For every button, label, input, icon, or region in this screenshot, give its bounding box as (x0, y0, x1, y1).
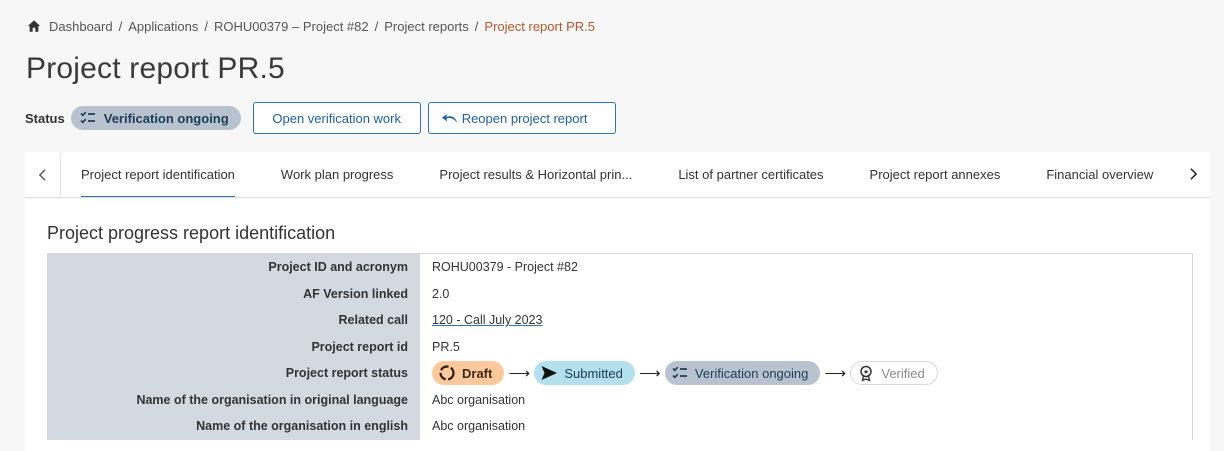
breadcrumb-project[interactable]: ROHU00379 – Project #82 (214, 19, 369, 34)
status-row: Status Verification ongoing Open verific… (25, 102, 616, 134)
table-row: Project ID and acronym ROHU00379 - Proje… (48, 254, 1192, 281)
breadcrumb-separator: / (204, 18, 208, 34)
tab-project-report-identification[interactable]: Project report identification (81, 153, 235, 197)
row-value: ROHU00379 - Project #82 (420, 254, 1192, 281)
status-chip-submitted: Submitted (534, 361, 635, 386)
tab-list: Project report identification Work plan … (61, 153, 1210, 197)
table-row: AF Version linked 2.0 (48, 280, 1192, 307)
row-key: Related call (48, 307, 420, 334)
table-row: Project report id PR.5 (48, 333, 1192, 360)
tab-project-report-annexes[interactable]: Project report annexes (870, 153, 1001, 197)
identification-panel: Project progress report identification P… (25, 199, 1210, 451)
row-key: Project report id (48, 333, 420, 360)
chevron-right-icon[interactable] (1176, 152, 1210, 196)
checklist-icon (671, 364, 689, 382)
status-chip-draft-label: Draft (462, 365, 493, 381)
row-value: 120 - Call July 2023 (420, 307, 1192, 334)
row-key: AF Version linked (48, 280, 420, 307)
chevron-left-icon[interactable] (25, 152, 61, 197)
row-key: Name of the organisation in original lan… (48, 386, 420, 413)
status-label: Status (25, 110, 65, 126)
status-flow: Draft ⟶ Submitted ⟶ Verification ongoing… (420, 360, 1192, 387)
status-chip-verification-label: Verification ongoing (694, 365, 809, 381)
breadcrumb-project-reports[interactable]: Project reports (384, 19, 469, 34)
table-row: Name of the organisation in english Abc … (48, 413, 1192, 440)
breadcrumb-separator: / (118, 18, 123, 34)
status-chip-verified-label: Verified (881, 365, 925, 381)
breadcrumb-current: Project report PR.5 (484, 18, 595, 34)
breadcrumb-separator: / (474, 18, 479, 34)
status-chip-draft: Draft (432, 361, 505, 386)
row-value: Abc organisation (420, 386, 1192, 413)
breadcrumb-separator: / (374, 18, 379, 34)
row-key: Project ID and acronym (48, 254, 420, 281)
identification-table: Project ID and acronym ROHU00379 - Proje… (47, 253, 1193, 440)
section-title: Project progress report identification (47, 223, 336, 243)
send-icon (540, 364, 558, 382)
tab-bar: Project report identification Work plan … (25, 152, 1210, 198)
status-badge-label: Verification ongoing (103, 110, 229, 126)
table-row: Project report status Draft ⟶ Submitted … (48, 360, 1192, 387)
progress-circle-icon (438, 364, 456, 382)
status-chip-verification: Verification ongoing (664, 361, 821, 386)
row-value: 2.0 (420, 280, 1192, 307)
breadcrumb-dashboard[interactable]: Dashboard (49, 19, 113, 34)
status-chip-submitted-label: Submitted (564, 365, 623, 381)
breadcrumb: Dashboard / Applications / ROHU00379 – P… (27, 16, 595, 36)
arrow-right-icon: ⟶ (639, 365, 661, 383)
status-badge: Verification ongoing (70, 106, 241, 130)
breadcrumb-applications[interactable]: Applications (128, 19, 198, 34)
row-value: Abc organisation (420, 413, 1192, 440)
top-bar (0, 0, 1224, 12)
table-row: Related call 120 - Call July 2023 (48, 307, 1192, 334)
reopen-project-report-button[interactable]: Reopen project report (427, 102, 616, 134)
row-value: PR.5 (420, 333, 1192, 360)
reopen-project-report-label: Reopen project report (461, 110, 588, 126)
status-chip-verified: Verified (850, 361, 938, 386)
checklist-icon (79, 109, 97, 127)
tab-partner-certificates[interactable]: List of partner certificates (678, 153, 823, 197)
page-title: Project report PR.5 (26, 52, 285, 85)
row-key: Name of the organisation in english (48, 413, 420, 440)
tab-work-plan-progress[interactable]: Work plan progress (281, 153, 393, 197)
tab-project-results[interactable]: Project results & Horizontal prin... (439, 153, 632, 197)
award-icon (857, 364, 875, 382)
row-key: Project report status (48, 360, 420, 387)
status-flow-chips: Draft ⟶ Submitted ⟶ Verification ongoing… (432, 361, 938, 386)
open-verification-work-label: Open verification work (272, 110, 401, 126)
home-icon[interactable] (27, 19, 41, 33)
table-row: Name of the organisation in original lan… (48, 386, 1192, 413)
open-verification-work-button[interactable]: Open verification work (252, 102, 421, 134)
arrow-right-icon: ⟶ (824, 365, 847, 383)
tab-financial-overview[interactable]: Financial overview (1046, 153, 1153, 197)
related-call-link[interactable]: 120 - Call July 2023 (432, 313, 542, 327)
arrow-right-icon: ⟶ (508, 365, 531, 383)
undo-arrow-icon (441, 111, 459, 125)
